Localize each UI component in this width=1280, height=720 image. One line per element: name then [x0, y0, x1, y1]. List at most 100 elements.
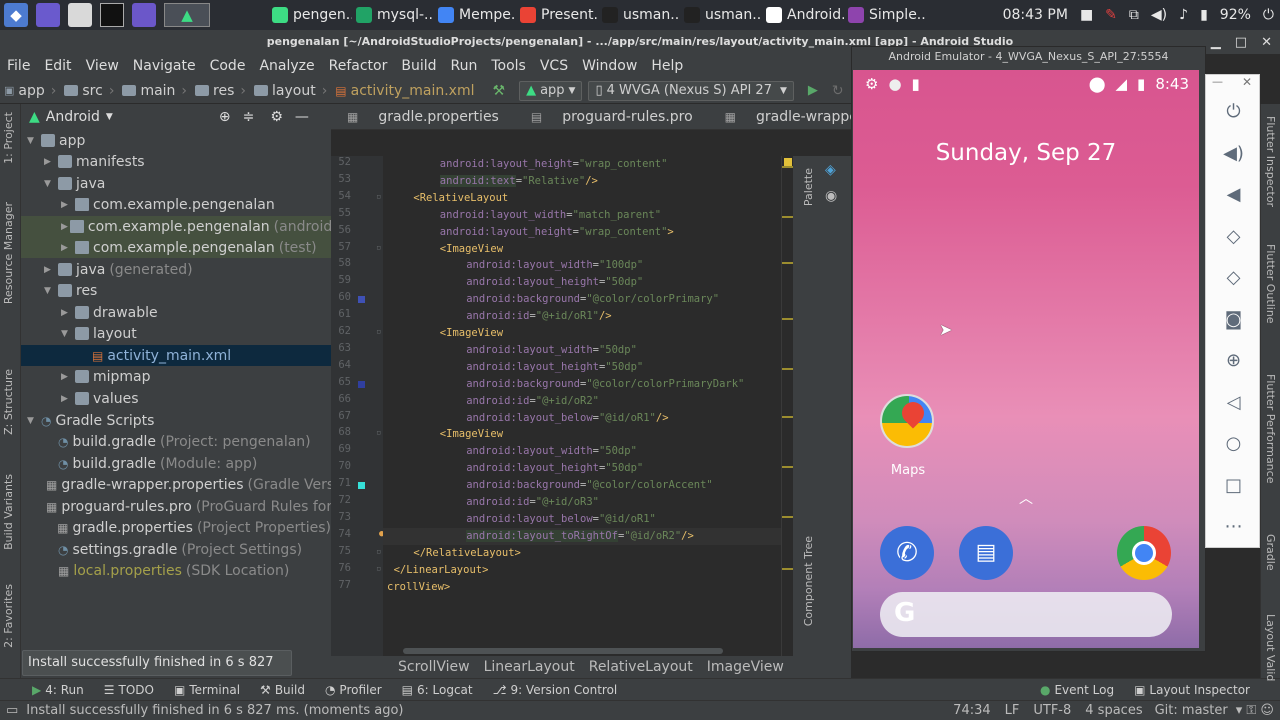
tree-item[interactable]: ▦ gradle-wrapper.properties (Gradle Vers	[21, 474, 331, 495]
design-surface-icon[interactable]: ◈	[825, 162, 836, 178]
expand-arrow-icon[interactable]: ▶	[61, 394, 73, 404]
expand-arrow-icon[interactable]: ▼	[61, 329, 73, 339]
camera-tray-icon[interactable]: ■	[1080, 7, 1093, 23]
stripe-mark[interactable]	[782, 166, 793, 168]
editor-tab[interactable]: ▦ gradle.properties	[331, 109, 515, 125]
right-tab-4[interactable]: Layout Valid	[1264, 614, 1277, 681]
hide-panel-icon[interactable]: —	[295, 109, 309, 125]
menu-view[interactable]: View	[79, 58, 126, 74]
crumb-item[interactable]: ▣ app ›	[0, 83, 60, 99]
warning-marker-icon[interactable]	[784, 158, 792, 166]
file-manager-icon[interactable]	[68, 3, 92, 27]
taskbar-task[interactable]: Mempe...	[434, 0, 516, 30]
crumb-item[interactable]: ▤ activity_main.xml	[331, 83, 478, 99]
messages-app-icon[interactable]: ▤	[959, 526, 1013, 580]
tree-item[interactable]: ◔ settings.gradle (Project Settings)	[21, 539, 331, 560]
back-icon[interactable]: ◁	[1206, 392, 1261, 413]
minimize-icon[interactable]: ▁	[1211, 35, 1221, 50]
overview-icon[interactable]: □	[1206, 475, 1261, 496]
menu-tools[interactable]: Tools	[484, 58, 533, 74]
purple-app-icon[interactable]	[36, 3, 60, 27]
color-swatch-icon[interactable]	[358, 296, 365, 304]
fold-marker-icon[interactable]: ▫	[376, 327, 381, 337]
stripe-mark[interactable]	[782, 416, 793, 418]
stripe-mark[interactable]	[782, 216, 793, 218]
close-emulator-icon[interactable]: ✕	[1242, 75, 1252, 89]
left-tab-2[interactable]: Z: Structure	[2, 369, 15, 435]
right-tab-2[interactable]: Flutter Performance	[1264, 374, 1277, 483]
fold-marker-icon[interactable]: ▫	[376, 547, 381, 557]
expand-arrow-icon[interactable]: ▼	[44, 179, 56, 189]
fold-marker-icon[interactable]: ▫	[376, 243, 381, 253]
stripe-mark[interactable]	[782, 568, 793, 570]
stripe-mark[interactable]	[782, 368, 793, 370]
menu-navigate[interactable]: Navigate	[126, 58, 203, 74]
device-screen[interactable]: ⚙ ● ▮ ⬤ ◢ ▮ 8:43 Sunday, Sep 27 Maps ︿ ✆…	[853, 70, 1199, 648]
chevron-down-icon[interactable]: ▼	[106, 112, 113, 122]
rotate-left-icon[interactable]: ◇	[1206, 226, 1261, 247]
tool-window-button[interactable]: ☰ TODO	[94, 683, 164, 697]
left-tab-1[interactable]: Resource Manager	[2, 202, 15, 304]
menu-edit[interactable]: Edit	[37, 58, 78, 74]
run-icon[interactable]: ▶	[808, 83, 818, 98]
start-menu-icon[interactable]: ◆	[4, 3, 28, 27]
volume-icon[interactable]: ◀)	[1151, 7, 1167, 23]
tree-item[interactable]: ▼ layout	[21, 323, 331, 344]
network-icon[interactable]: ⧉	[1129, 7, 1139, 23]
tree-item[interactable]: ▤ activity_main.xml	[21, 345, 331, 366]
editor-tab[interactable]: ▤ proguard-rules.pro	[515, 109, 709, 125]
tree-item[interactable]: ▦ proguard-rules.pro (ProGuard Rules for a	[21, 496, 331, 517]
expand-arrow-icon[interactable]: ▼	[27, 136, 39, 146]
maximize-icon[interactable]: □	[1235, 35, 1247, 50]
taskbar-task[interactable]: Present...	[516, 0, 598, 30]
line-separator[interactable]: LF	[1005, 703, 1020, 718]
tool-window-button[interactable]: ▶ 4: Run	[22, 683, 94, 697]
right-tab-3[interactable]: Gradle	[1264, 534, 1277, 571]
status-toggle-icon[interactable]: ▭	[6, 703, 18, 718]
xml-breadcrumb-item[interactable]: ImageView	[700, 659, 791, 675]
taskbar-task[interactable]: Android...	[762, 0, 844, 30]
project-view-select[interactable]: Android	[46, 109, 100, 125]
menu-window[interactable]: Window	[575, 58, 644, 74]
menu-code[interactable]: Code	[203, 58, 253, 74]
google-search-bar[interactable]: G	[880, 592, 1172, 637]
eye-icon[interactable]: ◉	[825, 188, 837, 204]
phone-app-icon[interactable]: ✆	[880, 526, 934, 580]
color-swatch-icon[interactable]	[358, 482, 365, 490]
tree-item[interactable]: ▼ ◔ Gradle Scripts	[21, 410, 331, 431]
power-icon[interactable]: ⏻	[1206, 101, 1261, 122]
menu-help[interactable]: Help	[644, 58, 690, 74]
tree-item[interactable]: ▶ values	[21, 388, 331, 409]
palette-tab[interactable]: Palette	[802, 168, 815, 206]
tree-item[interactable]: ▶ drawable	[21, 302, 331, 323]
tree-item[interactable]: ▼ app	[21, 130, 331, 151]
menu-run[interactable]: Run	[444, 58, 485, 74]
zoom-icon[interactable]: ⊕	[1206, 350, 1261, 371]
rotate-right-icon[interactable]: ◇	[1206, 267, 1261, 288]
stripe-mark[interactable]	[782, 516, 793, 518]
tree-item[interactable]: ▶ mipmap	[21, 366, 331, 387]
stripe-mark[interactable]	[782, 318, 793, 320]
xml-breadcrumb-item[interactable]: ScrollView	[391, 659, 477, 675]
tool-window-button[interactable]: ▤ 6: Logcat	[392, 683, 483, 697]
editor-tab[interactable]: ▦ gradle-wrapper.properties	[709, 109, 851, 125]
run-config-select[interactable]: ▲ app ▼	[519, 80, 583, 101]
taskbar-task[interactable]: usman...	[680, 0, 762, 30]
crumb-item[interactable]: main ›	[118, 83, 191, 99]
menu-vcs[interactable]: VCS	[533, 58, 575, 74]
fold-marker-icon[interactable]: ▫	[376, 428, 381, 438]
fold-marker-icon[interactable]: ▫	[376, 564, 381, 574]
tree-item[interactable]: ▶ manifests	[21, 151, 331, 172]
taskbar-task[interactable]: usman...	[598, 0, 680, 30]
tool-window-button[interactable]: ▣ Terminal	[164, 683, 250, 697]
code-editor[interactable]: android:layout_height="wrap_content" andr…	[383, 156, 781, 656]
apply-changes-icon[interactable]: ↻	[832, 83, 844, 99]
crumb-item[interactable]: src ›	[60, 83, 118, 99]
chrome-app-icon[interactable]	[1117, 526, 1171, 580]
media-app-icon[interactable]	[132, 3, 156, 27]
tool-window-button[interactable]: ◔ Profiler	[315, 683, 392, 697]
crumb-item[interactable]: layout ›	[250, 83, 331, 99]
xml-breadcrumb-item[interactable]: RelativeLayout	[582, 659, 700, 675]
close-icon[interactable]: ✕	[1261, 35, 1272, 50]
taskbar-task[interactable]: pengen...	[268, 0, 352, 30]
